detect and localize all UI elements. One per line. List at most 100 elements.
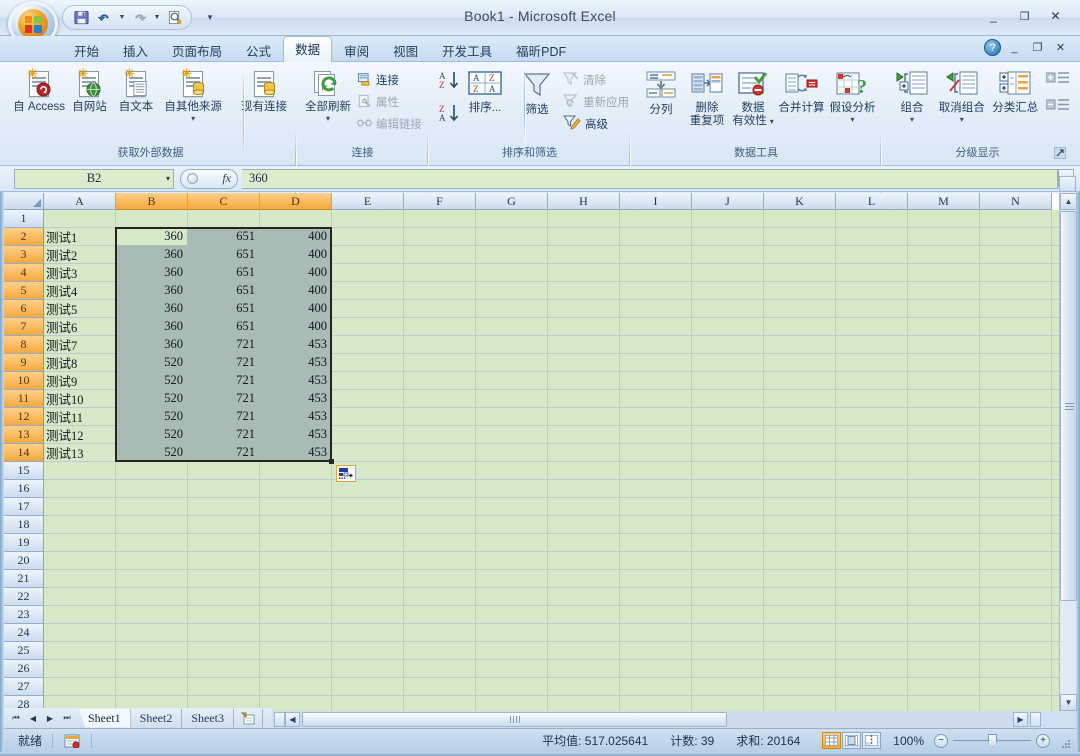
cell-D6[interactable]: 400	[260, 300, 331, 317]
cell-D11[interactable]: 453	[260, 390, 331, 407]
cell-C2[interactable]: 651	[188, 228, 259, 245]
cell-A7[interactable]: 测试6	[44, 318, 115, 335]
row-header-18[interactable]: 18	[4, 516, 44, 534]
cell-C7[interactable]: 651	[188, 318, 259, 335]
minimize-ribbon-button[interactable]: _	[1005, 39, 1024, 56]
undo-icon[interactable]	[94, 8, 115, 28]
cell-C4[interactable]: 651	[188, 264, 259, 281]
name-box[interactable]: B2 ▾	[14, 169, 174, 189]
hide-detail-button[interactable]	[1046, 97, 1070, 116]
cell-B5[interactable]: 360	[116, 282, 187, 299]
row-header-22[interactable]: 22	[4, 588, 44, 606]
cell-D5[interactable]: 400	[260, 282, 331, 299]
cell-D3[interactable]: 400	[260, 246, 331, 263]
row-header-23[interactable]: 23	[4, 606, 44, 624]
help-icon[interactable]: ?	[984, 39, 1001, 56]
last-sheet-button[interactable]: ⏭	[59, 710, 75, 726]
row-header-21[interactable]: 21	[4, 570, 44, 588]
data-validation-caret-icon[interactable]: ▾	[770, 118, 774, 126]
horizontal-scrollbar[interactable]: ◀ ▶	[272, 711, 1042, 728]
sheet-tab-sheet1[interactable]: Sheet1	[79, 709, 131, 728]
vertical-split-box[interactable]	[1059, 176, 1076, 192]
cell-B2[interactable]: 360	[116, 228, 187, 245]
row-header-8[interactable]: 8	[4, 336, 44, 354]
row-header-3[interactable]: 3	[4, 246, 44, 264]
column-header-i[interactable]: I	[620, 193, 692, 210]
column-header-c[interactable]: C	[188, 193, 260, 210]
remove-duplicates-button[interactable]: 删除 重复项	[684, 68, 730, 128]
column-header-b[interactable]: B	[116, 193, 188, 210]
cell-A3[interactable]: 测试2	[44, 246, 115, 263]
row-header-13[interactable]: 13	[4, 426, 44, 444]
cell-D14[interactable]: 453	[260, 444, 331, 461]
row-header-19[interactable]: 19	[4, 534, 44, 552]
cell-B10[interactable]: 520	[116, 372, 187, 389]
from-text-button[interactable]: ✳ 自文本	[113, 66, 160, 114]
cell-D2[interactable]: 400	[260, 228, 331, 245]
redo-dropdown-icon[interactable]: ▼	[152, 8, 162, 28]
cell-B13[interactable]: 520	[116, 426, 187, 443]
subtotal-button[interactable]: 分类汇总	[989, 68, 1043, 115]
ungroup-caret-icon[interactable]: ▾	[960, 116, 964, 124]
data-validation-button[interactable]: 数据 有效性 ▾	[730, 68, 776, 128]
cell-B11[interactable]: 520	[116, 390, 187, 407]
formula-input[interactable]: 360	[242, 169, 1058, 189]
row-header-6[interactable]: 6	[4, 300, 44, 318]
cell-C3[interactable]: 651	[188, 246, 259, 263]
record-macro-icon[interactable]	[63, 733, 81, 749]
cell-A13[interactable]: 测试12	[44, 426, 115, 443]
reapply-filter-button[interactable]: 重新应用	[560, 92, 632, 112]
restore-workbook-button[interactable]: ❐	[1028, 39, 1047, 56]
save-icon[interactable]	[71, 8, 92, 28]
sheet-tab-sheet2[interactable]: Sheet2	[131, 709, 183, 728]
column-header-l[interactable]: L	[836, 193, 908, 210]
scroll-up-button[interactable]: ▲	[1060, 193, 1077, 210]
cell-B8[interactable]: 360	[116, 336, 187, 353]
insert-function-dot-icon[interactable]	[187, 173, 198, 184]
column-header-j[interactable]: J	[692, 193, 764, 210]
cell-B14[interactable]: 520	[116, 444, 187, 461]
cell-C13[interactable]: 721	[188, 426, 259, 443]
fill-handle[interactable]	[329, 459, 334, 464]
insert-function-icon[interactable]: fx	[222, 171, 231, 186]
prev-sheet-button[interactable]: ◀	[25, 710, 41, 726]
zoom-in-button[interactable]: +	[1036, 734, 1050, 748]
zoom-track[interactable]	[953, 740, 1031, 741]
first-sheet-button[interactable]: ⏮	[8, 710, 24, 726]
row-header-2[interactable]: 2	[4, 228, 44, 246]
row-header-10[interactable]: 10	[4, 372, 44, 390]
tab-developer[interactable]: 开发工具	[430, 39, 504, 62]
column-header-d[interactable]: D	[260, 193, 332, 210]
vertical-scrollbar[interactable]: ▲ ▼	[1059, 193, 1076, 711]
column-header-h[interactable]: H	[548, 193, 620, 210]
refresh-all-caret-icon[interactable]: ▾	[326, 115, 330, 123]
group-caret-icon[interactable]: ▾	[910, 116, 914, 124]
consolidate-button[interactable]: 合并计算	[776, 68, 827, 115]
clear-filter-button[interactable]: 清除	[560, 70, 632, 90]
cell-A4[interactable]: 测试3	[44, 264, 115, 281]
tab-formulas[interactable]: 公式	[234, 39, 283, 62]
text-to-columns-button[interactable]: 分列	[638, 68, 684, 117]
cell-A8[interactable]: 测试7	[44, 336, 115, 353]
cell-C12[interactable]: 721	[188, 408, 259, 425]
redo-icon[interactable]	[129, 8, 150, 28]
name-box-dropdown-icon[interactable]: ▾	[166, 174, 170, 183]
from-other-sources-button[interactable]: ✳ 自其他来源 ▾	[159, 66, 227, 123]
row-header-5[interactable]: 5	[4, 282, 44, 300]
cell-D4[interactable]: 400	[260, 264, 331, 281]
filter-button[interactable]: 筛选	[514, 68, 560, 117]
next-sheet-button[interactable]: ▶	[42, 710, 58, 726]
cell-B9[interactable]: 520	[116, 354, 187, 371]
cell-C6[interactable]: 651	[188, 300, 259, 317]
cell-C8[interactable]: 721	[188, 336, 259, 353]
row-header-4[interactable]: 4	[4, 264, 44, 282]
column-header-a[interactable]: A	[44, 193, 116, 210]
edit-links-button[interactable]: 编辑链接	[354, 114, 425, 134]
cell-D13[interactable]: 453	[260, 426, 331, 443]
cell-C14[interactable]: 721	[188, 444, 259, 461]
sheet-tab-sheet3[interactable]: Sheet3	[182, 709, 234, 728]
tab-view[interactable]: 视图	[381, 39, 430, 62]
sort-dialog-button[interactable]: AZZA 排序...	[462, 68, 508, 115]
insert-worksheet-icon[interactable]	[234, 709, 263, 728]
cell-A6[interactable]: 测试5	[44, 300, 115, 317]
